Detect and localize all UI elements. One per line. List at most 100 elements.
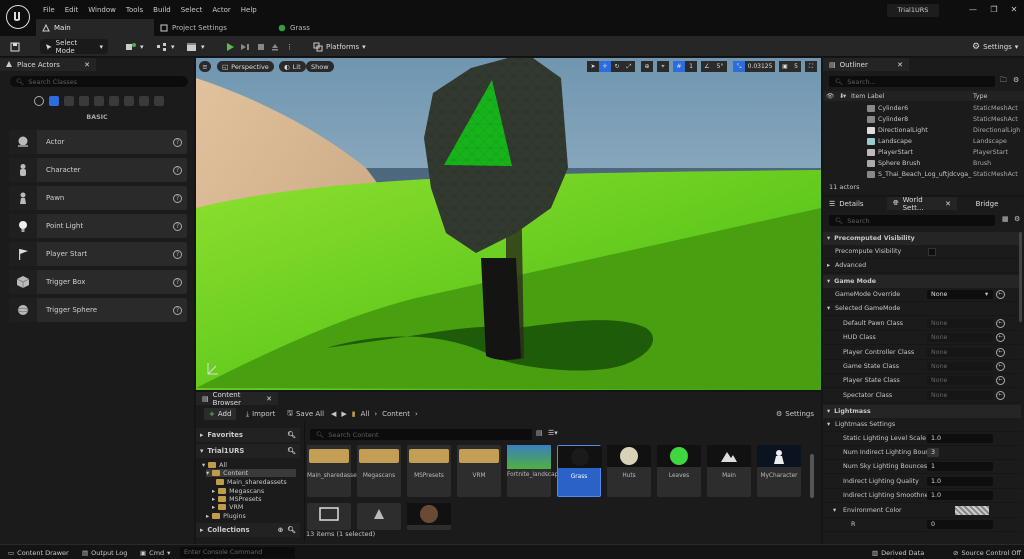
outliner-search-input[interactable]: 🔍︎ Search...	[829, 76, 995, 87]
close-tab-icon[interactable]: ✕	[266, 395, 272, 403]
help-icon[interactable]: ?	[173, 137, 182, 147]
prop-value[interactable]: None	[927, 362, 993, 371]
splitter[interactable]	[304, 422, 305, 542]
camera-speed-icon[interactable]: ▣	[779, 61, 791, 72]
add-collection-icon[interactable]: ⊕	[278, 526, 284, 534]
tab-world-settings[interactable]: 🌐︎ World Sett... ✕	[887, 196, 957, 212]
help-icon[interactable]: ?	[173, 249, 182, 259]
prop-value[interactable]: None	[927, 333, 993, 342]
play-options-button[interactable]: ⋮	[286, 39, 293, 54]
asset-tile-level[interactable]: Fortnite_landscape	[507, 445, 562, 497]
section-game-mode[interactable]: ▾ Game Mode	[823, 275, 1021, 288]
actor-item-pawn[interactable]: Pawn ?	[9, 186, 187, 210]
asset-tile-material[interactable]	[407, 503, 451, 530]
eject-button[interactable]	[270, 39, 280, 54]
prop-value-input[interactable]: 3	[927, 448, 939, 457]
breadcrumb-content[interactable]: Content	[382, 410, 410, 418]
asset-tile-level[interactable]: Main	[707, 445, 751, 497]
visual-effects-icon[interactable]	[109, 96, 119, 106]
asset-tile-folder[interactable]: Megascans	[357, 445, 401, 497]
asset-tile-texture[interactable]	[307, 503, 351, 530]
place-actors-tab[interactable]: Place Actors ✕	[0, 58, 96, 71]
asset-tile-folder[interactable]: VRM	[457, 445, 501, 497]
browse-icon[interactable]: ←	[996, 290, 1005, 299]
help-icon[interactable]: ?	[173, 305, 182, 315]
outliner-row[interactable]: Cylinder8 StaticMeshAct	[823, 114, 1024, 124]
outliner-row[interactable]: Landscape Landscape	[823, 136, 1024, 146]
tree-item-main-sharedassets[interactable]: Main_sharedassets	[216, 478, 287, 486]
settings-dropdown[interactable]: ⚙ Settings ▾	[972, 39, 1018, 54]
output-log-button[interactable]: ▤ Output Log	[82, 547, 127, 558]
prop-value[interactable]: None	[927, 319, 993, 328]
search-icon[interactable]: 🔍︎	[287, 447, 296, 455]
import-button[interactable]: ⤓ Import	[246, 408, 275, 420]
close-tab-icon[interactable]: ✕	[84, 61, 90, 69]
help-icon[interactable]: ?	[173, 193, 182, 203]
asset-tile-blueprint[interactable]: MyCharacter	[757, 445, 801, 497]
precompute-visibility-checkbox[interactable]	[928, 247, 936, 256]
viewport-options-button[interactable]: ≡	[199, 61, 211, 72]
platforms-dropdown[interactable]: Platforms ▾	[313, 39, 366, 54]
actor-item-trigger-box[interactable]: Trigger Box ?	[9, 270, 187, 294]
content-drawer-button[interactable]: ▭ Content Drawer	[8, 547, 69, 558]
asset-tile-mesh[interactable]	[357, 503, 401, 530]
menu-tools[interactable]: Tools	[121, 4, 148, 16]
scale-tool-icon[interactable]: ⤢	[623, 61, 635, 72]
details-search-input[interactable]: 🔍︎ Search	[829, 215, 995, 226]
prop-value[interactable]: None	[927, 391, 993, 400]
filter-icon[interactable]: ☰▾	[548, 429, 558, 437]
scale-snap-value[interactable]: 0.03125	[745, 61, 775, 72]
outliner-row[interactable]: S_Thai_Beach_Log_uftjdcvga_ StaticMeshAct	[823, 169, 1024, 179]
outliner-row[interactable]: Sphere Brush Brush	[823, 158, 1024, 168]
prop-value[interactable]: None	[927, 348, 993, 357]
recent-icon[interactable]	[34, 96, 44, 106]
actor-item-point-light[interactable]: Point Light ?	[9, 214, 187, 238]
prop-value-input[interactable]: 1	[927, 462, 993, 471]
browse-icon[interactable]: ←	[996, 391, 1005, 400]
lights-icon[interactable]	[64, 96, 74, 106]
close-tab-icon[interactable]: ✕	[897, 61, 903, 69]
grid-snap-value[interactable]: 1	[685, 61, 697, 72]
asset-tile-material[interactable]: Huts	[607, 445, 651, 497]
column-item-label[interactable]: Item Label	[851, 93, 884, 100]
tree-item-mspresets[interactable]: ▸ MSPresets	[212, 495, 262, 503]
translate-tool-icon[interactable]: ✛	[599, 61, 611, 72]
select-mode-dropdown[interactable]: Select Mode ▾	[40, 39, 108, 55]
show-button[interactable]: Show	[306, 61, 334, 72]
search-content-input[interactable]: 🔍︎ Search Content	[310, 429, 532, 440]
maximize-button[interactable]: ❐	[987, 5, 1001, 15]
actor-item-character[interactable]: Character ?	[9, 158, 187, 182]
rotate-tool-icon[interactable]: ↻	[611, 61, 623, 72]
cb-settings-button[interactable]: ⚙ Settings	[776, 408, 814, 420]
add-button[interactable]: + Add	[204, 408, 237, 420]
scale-snap-icon[interactable]: ⤡	[733, 61, 745, 72]
prop-value-input[interactable]: 1.0	[927, 477, 993, 486]
section-precomputed-visibility[interactable]: ▾ Precomputed Visibility	[823, 232, 1021, 245]
tree-item-plugins[interactable]: ▸ Plugins	[206, 512, 246, 520]
assets-scrollbar[interactable]	[810, 454, 814, 498]
outliner-row[interactable]: DirectionalLight DirectionalLigh	[823, 125, 1024, 135]
all-classes-icon[interactable]	[154, 96, 164, 106]
asset-tile-material[interactable]: Leaves	[657, 445, 701, 497]
advance-frame-button[interactable]	[240, 39, 250, 54]
outliner-tab[interactable]: ▤ Outliner ✕	[823, 58, 909, 71]
prop-value-input[interactable]: 1.0	[927, 434, 993, 443]
collections-header[interactable]: ▸ Collections ⊕ 🔍︎	[196, 523, 300, 537]
prop-selected-gamemode[interactable]: ▾ Selected GameMode	[823, 302, 1021, 316]
menu-window[interactable]: Window	[83, 4, 121, 16]
tab-grass[interactable]: Grass	[272, 19, 390, 36]
tab-project-settings[interactable]: Project Settings	[154, 19, 272, 36]
basic-icon[interactable]	[49, 96, 59, 106]
prop-value-input[interactable]: 1.0	[927, 491, 993, 500]
close-tab-icon[interactable]: ✕	[945, 200, 951, 208]
cinematics-button[interactable]: ▾	[186, 39, 205, 54]
prop-lightmass-settings[interactable]: ▾ Lightmass Settings	[823, 418, 1021, 432]
outliner-row[interactable]: PlayerStart PlayerStart	[823, 147, 1024, 157]
filter-save-icon[interactable]: ▤	[536, 429, 543, 437]
property-matrix-icon[interactable]: ▦	[1002, 215, 1009, 223]
browse-icon[interactable]: ←	[996, 376, 1005, 385]
derived-data-button[interactable]: ▥ Derived Data	[872, 547, 924, 558]
prop-value-input[interactable]: 0	[927, 520, 993, 529]
back-icon[interactable]: ◀	[331, 410, 336, 418]
asset-tile-folder[interactable]: MSPresets	[407, 445, 451, 497]
